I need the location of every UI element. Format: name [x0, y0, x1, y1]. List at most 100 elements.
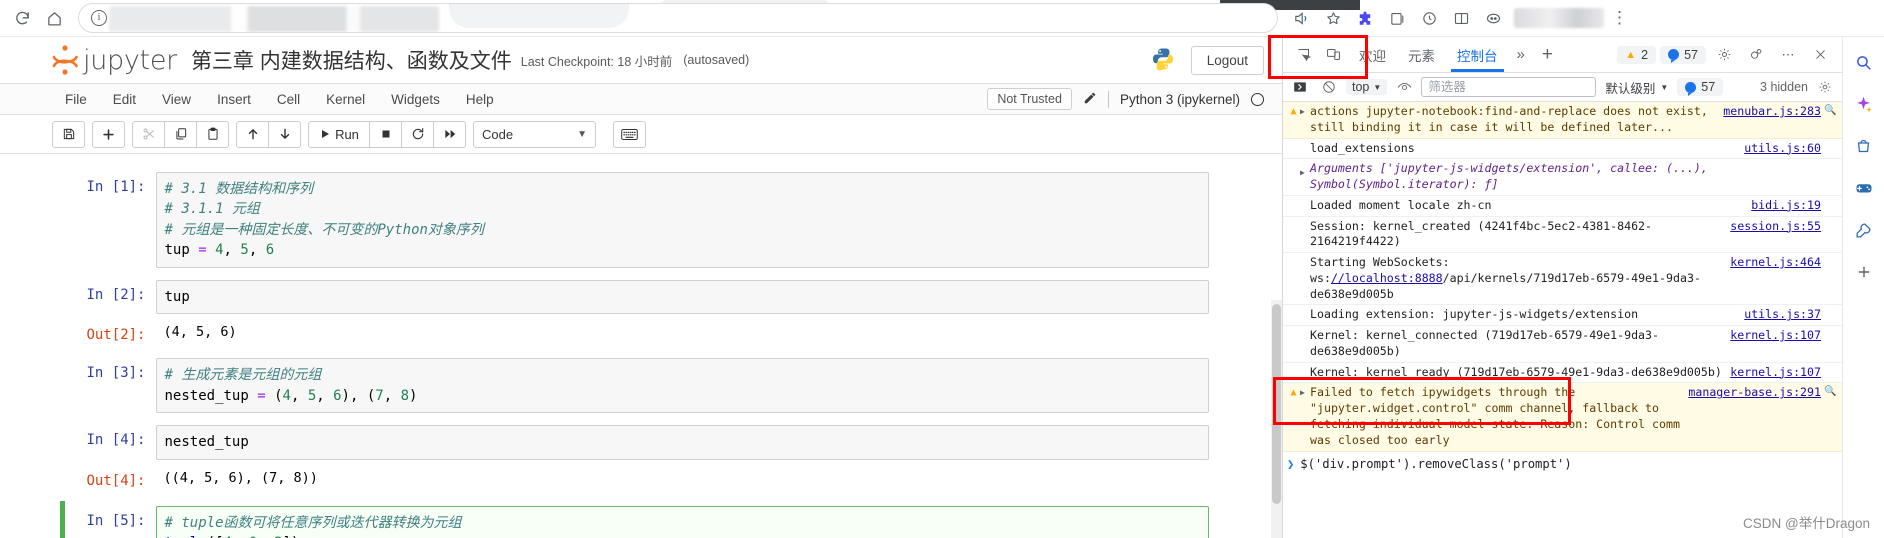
menu-file[interactable]: File [52, 88, 100, 111]
notebook-cell[interactable]: In [4]: nested_tup [74, 425, 1209, 460]
chevron-double-right-icon[interactable]: » [1510, 46, 1532, 63]
cell-source[interactable]: tup [155, 279, 1209, 315]
trust-status-badge[interactable]: Not Trusted [987, 88, 1072, 110]
menu-insert[interactable]: Insert [204, 88, 264, 111]
move-cell-down-icon[interactable] [268, 120, 301, 148]
scissors-cut-icon[interactable] [132, 120, 165, 148]
expand-arrow-icon[interactable]: ▶ [1300, 385, 1310, 399]
clear-console-icon[interactable] [1317, 76, 1341, 98]
reload-icon[interactable] [6, 2, 38, 34]
console-message-info[interactable]: Kernel: kernel_connected (719d17eb-6579-… [1283, 326, 1842, 363]
console-message-list[interactable]: ▲ ▶ actions jupyter-notebook:find-and-re… [1283, 102, 1842, 538]
move-cell-up-icon[interactable] [236, 120, 269, 148]
restart-kernel-icon[interactable] [401, 120, 434, 148]
restart-run-all-icon[interactable] [433, 120, 466, 148]
console-source-link[interactable]: kernel.js:464 [1730, 255, 1821, 271]
console-message-info[interactable]: Session: kernel_created (4241f4bc-5ec2-4… [1283, 217, 1842, 254]
menu-help[interactable]: Help [453, 88, 507, 111]
tools-icon[interactable] [1851, 217, 1877, 243]
site-info-icon[interactable]: i [91, 10, 107, 26]
edit-pencil-icon[interactable] [1083, 91, 1097, 108]
ellipsis-icon[interactable]: ⋯ [1774, 42, 1802, 68]
browser-menu-icon[interactable]: ⋮ [1606, 8, 1633, 28]
live-expression-eye-icon[interactable] [1392, 76, 1416, 98]
console-message-info[interactable]: Kernel: kernel_ready (719d17eb-6579-49e1… [1283, 363, 1842, 384]
devtools-settings-icon[interactable] [1742, 42, 1770, 68]
console-input-row[interactable]: ❯ $('div.prompt').removeClass('prompt') [1283, 452, 1842, 476]
shopping-icon[interactable] [1851, 133, 1877, 159]
toolbar-info-count-badge[interactable]: 57 [1677, 78, 1724, 96]
console-message-object[interactable]: ▶ Arguments ['jupyter-js-widgets/extensi… [1283, 159, 1842, 196]
console-source-link[interactable]: utils.js:37 [1744, 307, 1821, 323]
info-count-badge[interactable]: 57 [1660, 45, 1706, 64]
paste-icon[interactable] [196, 120, 229, 148]
cell-source[interactable]: nested_tup [155, 425, 1209, 460]
add-cell-plus-icon[interactable] [92, 120, 125, 148]
menu-cell[interactable]: Cell [264, 88, 313, 111]
console-message-warning[interactable]: ▲ ▶ Failed to fetch ipywidgets through t… [1283, 383, 1842, 452]
search-icon[interactable] [1851, 49, 1877, 75]
notebook-cell-selected[interactable]: In [5]: # tuple函数可将任意序列或迭代器转换为元组 tuple([… [59, 500, 1209, 538]
menu-widgets[interactable]: Widgets [378, 88, 453, 111]
copy-icon[interactable] [164, 120, 197, 148]
add-sidebar-icon[interactable] [1851, 259, 1877, 285]
console-source-link[interactable]: menubar.js:283 [1723, 104, 1821, 120]
console-sidebar-icon[interactable] [1288, 76, 1312, 98]
console-input-text[interactable]: $('div.prompt').removeClass('prompt') [1300, 457, 1572, 471]
console-message-info[interactable]: Loaded moment locale zh-cn bidi.js:19 [1283, 196, 1842, 217]
notebook-cell[interactable]: In [2]: tup [74, 279, 1209, 315]
cell-type-select[interactable]: Code ▼ [473, 120, 596, 148]
console-message-info[interactable]: Starting WebSockets: ws://localhost:8888… [1283, 253, 1842, 306]
search-icon[interactable]: 🔍 [1824, 104, 1836, 118]
browser-essentials-icon[interactable] [1414, 3, 1444, 33]
websocket-host-link[interactable]: //localhost:8888 [1331, 271, 1443, 285]
run-button[interactable]: Run [308, 120, 370, 148]
search-icon[interactable]: 🔍 [1824, 385, 1836, 399]
profile-avatar-redacted[interactable] [1514, 8, 1604, 28]
menu-edit[interactable]: Edit [100, 88, 149, 111]
home-icon[interactable] [38, 2, 70, 34]
console-filter-input[interactable] [1421, 77, 1597, 97]
tab-welcome[interactable]: 欢迎 [1349, 38, 1396, 72]
logout-button[interactable]: Logout [1190, 45, 1264, 75]
console-source-link[interactable]: session.js:55 [1730, 219, 1821, 235]
expand-arrow-icon[interactable]: ▶ [1300, 161, 1310, 179]
notebook-title[interactable]: 第三章 内建数据结构、函数及文件 [191, 45, 512, 75]
console-message-info[interactable]: load_extensions utils.js:60 [1283, 139, 1842, 160]
tab-console[interactable]: 控制台 [1447, 38, 1508, 72]
notebook-scroll-area[interactable]: In [1]: # 3.1 数据结构和序列 # 3.1.1 元组 # 元组是一种… [0, 154, 1282, 538]
tab-elements[interactable]: 元素 [1398, 38, 1445, 72]
games-icon[interactable] [1851, 175, 1877, 201]
inspect-element-icon[interactable] [1289, 42, 1317, 68]
console-source-link[interactable]: kernel.js:107 [1730, 328, 1821, 344]
expand-arrow-icon[interactable]: ▶ [1300, 104, 1310, 118]
notebook-cell[interactable]: In [3]: # 生成元素是元组的元组 nested_tup = (4, 5,… [74, 358, 1209, 414]
cell-source[interactable]: # 3.1 数据结构和序列 # 3.1.1 元组 # 元组是一种固定长度、不可变… [155, 172, 1209, 268]
console-settings-gear-icon[interactable] [1813, 76, 1837, 98]
plus-icon[interactable]: + [1534, 44, 1561, 66]
interrupt-kernel-square-icon[interactable] [369, 120, 402, 148]
cell-source[interactable]: # 生成元素是元组的元组 nested_tup = (4, 5, 6), (7,… [155, 358, 1209, 414]
gear-icon[interactable] [1710, 42, 1738, 68]
console-message-info[interactable]: Loading extension: jupyter-js-widgets/ex… [1283, 305, 1842, 327]
command-palette-keyboard-icon[interactable] [613, 120, 646, 148]
copilot-icon[interactable] [1478, 3, 1508, 33]
console-source-link[interactable]: manager-base.js:291 [1688, 385, 1821, 401]
address-bar[interactable]: i 章%20内建数据结构、函数及文件.ipynb [78, 3, 1278, 33]
split-screen-icon[interactable] [1446, 3, 1476, 33]
close-x-icon[interactable] [1806, 42, 1834, 68]
cell-source-active[interactable]: # tuple函数可将任意序列或迭代器转换为元组 tuple([4, 0, 2]… [155, 505, 1209, 538]
copilot-sparkle-icon[interactable] [1851, 91, 1877, 117]
log-level-select[interactable]: 默认级别 ▼ [1601, 77, 1672, 98]
execution-context-select[interactable]: top ▼ [1346, 79, 1388, 95]
console-source-link[interactable]: utils.js:60 [1744, 141, 1821, 157]
console-source-link[interactable]: kernel.js:107 [1730, 365, 1821, 381]
jupyter-logo[interactable]: jupyter [50, 43, 177, 78]
menu-kernel[interactable]: Kernel [313, 88, 378, 111]
collections-icon[interactable] [1382, 3, 1412, 33]
console-message-warning[interactable]: ▲ ▶ actions jupyter-notebook:find-and-re… [1283, 102, 1842, 139]
device-toolbar-icon[interactable] [1319, 42, 1347, 68]
warning-count-badge[interactable]: ▲ 2 [1617, 45, 1657, 64]
notebook-scrollbar-thumb[interactable] [1272, 304, 1281, 504]
console-source-link[interactable]: bidi.js:19 [1751, 198, 1821, 214]
